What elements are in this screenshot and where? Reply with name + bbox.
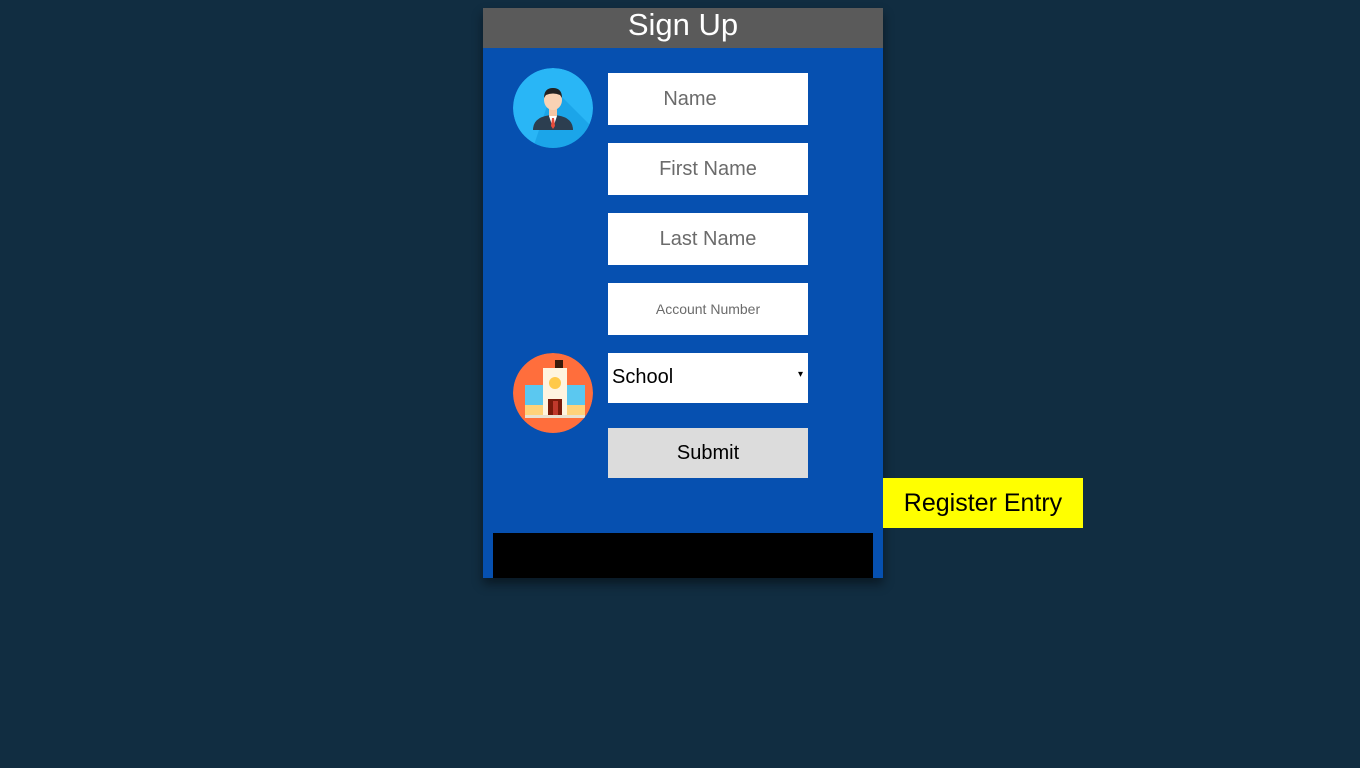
account-number-input[interactable]	[608, 283, 808, 335]
submit-button[interactable]: Submit	[608, 428, 808, 478]
user-avatar-icon	[513, 68, 593, 148]
signup-card: Sign Up Scho	[483, 8, 883, 578]
first-name-input[interactable]	[608, 143, 808, 195]
school-select[interactable]: School ▾	[608, 353, 808, 403]
name-input[interactable]	[608, 73, 808, 125]
school-select-value: School	[612, 366, 674, 388]
chevron-down-icon: ▾	[797, 369, 803, 380]
last-name-input[interactable]	[608, 213, 808, 265]
school-building-icon	[513, 353, 593, 433]
register-entry-button[interactable]: Register Entry	[883, 478, 1083, 528]
page-title: Sign Up	[483, 8, 883, 48]
footer-bar	[493, 533, 873, 578]
